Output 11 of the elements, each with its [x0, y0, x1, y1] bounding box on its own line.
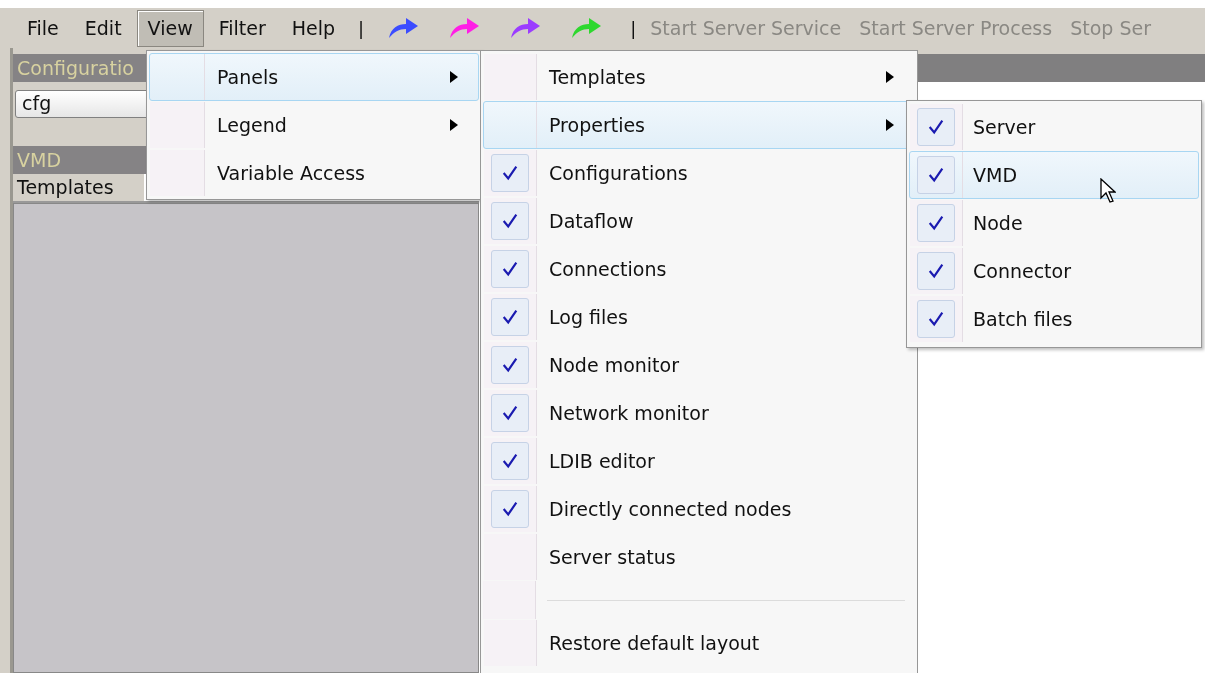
menu-item[interactable]: Help: [280, 9, 347, 47]
toolbar-separator: |: [630, 17, 637, 39]
mouse-pointer-icon: [1100, 178, 1116, 204]
menu-item[interactable]: View: [136, 9, 204, 47]
tab[interactable]: Templates: [13, 174, 144, 201]
menu-item[interactable]: Panels: [149, 53, 479, 101]
menu-item[interactable]: Filter: [207, 9, 277, 47]
menu-item[interactable]: VMD: [909, 151, 1199, 199]
menu-item[interactable]: File: [16, 9, 70, 47]
menu-item[interactable]: Edit: [73, 9, 133, 47]
toolbar-separator: |: [358, 17, 365, 39]
